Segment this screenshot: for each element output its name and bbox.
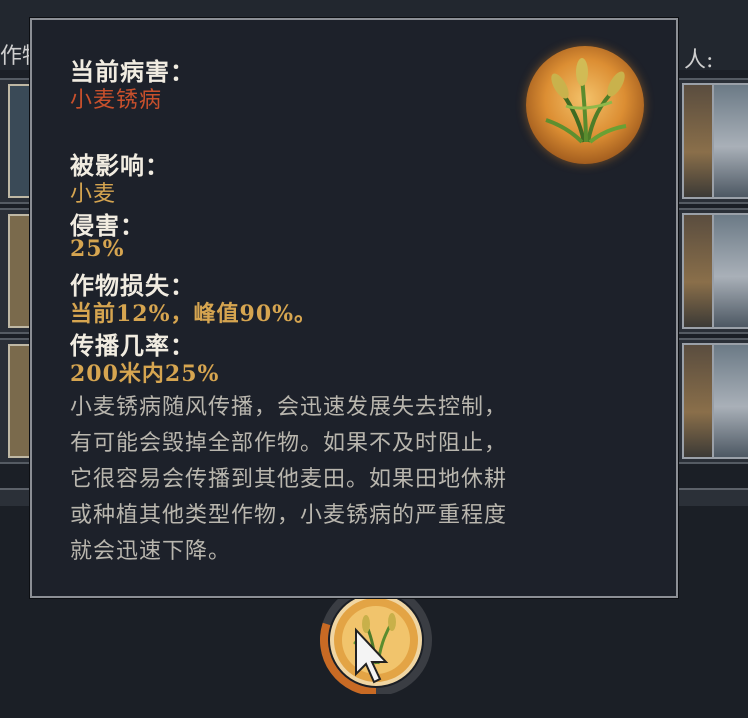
wheat-icon [545,58,627,144]
column-label-right: 人: [684,48,714,73]
description-line: 小麦锈病随风传播，会迅速发展失去控制， [70,395,508,420]
description-line: 就会迅速下降。 [70,539,232,564]
field-card[interactable] [712,343,748,459]
disease-tooltip: 当前病害： 小麦锈病 被影响： 小麦 侵害： 25% 作物损失： 当前12%，峰… [30,18,678,598]
crop-badge [526,46,644,164]
description-line: 或种植其他类型作物，小麦锈病的严重程度 [70,503,508,528]
current-disease-value: 小麦锈病 [70,88,163,113]
affected-value: 小麦 [70,182,117,207]
field-card[interactable] [712,83,748,199]
infestation-value: 25% [70,236,125,262]
spread-chance-value: 200米内25% [70,361,220,387]
description-line: 它很容易会传播到其他麦田。如果田地休耕 [70,467,508,492]
field-card[interactable] [712,213,748,329]
description-line: 有可能会毁掉全部作物。如果不及时阻止， [70,431,508,456]
disease-description: 小麦锈病随风传播，会迅速发展失去控制， 有可能会毁掉全部作物。如果不及时阻止， … [70,390,660,570]
crop-button[interactable] [312,596,438,694]
crop-loss-value: 当前12%，峰值90%。 [70,301,318,327]
